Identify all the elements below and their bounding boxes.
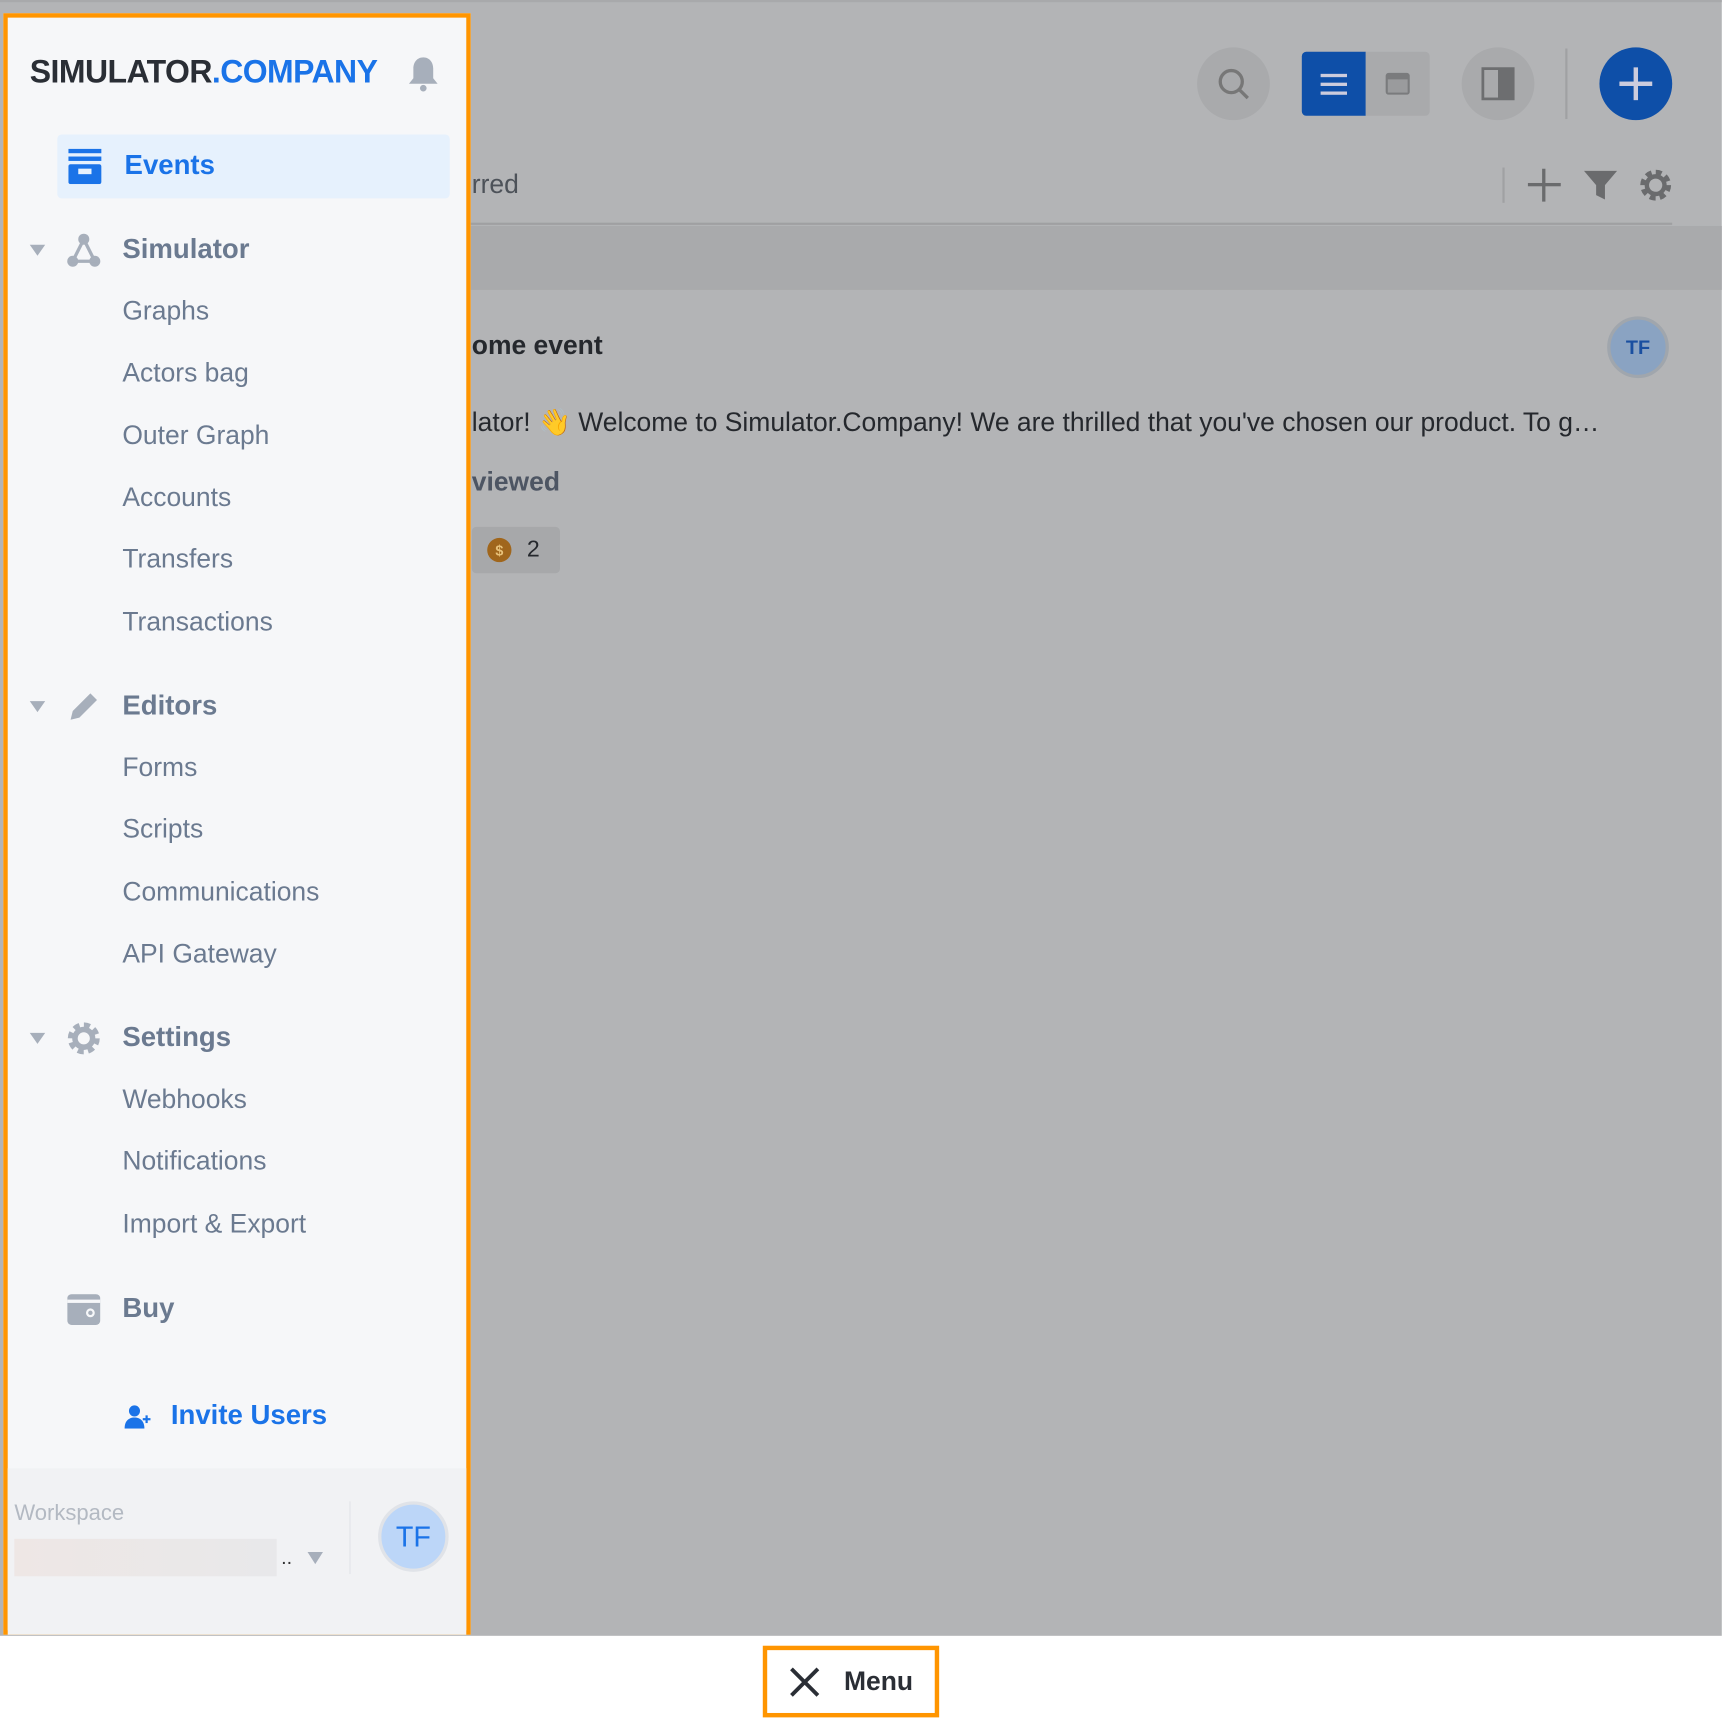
add-icon[interactable] [1527,168,1561,202]
sidebar-item[interactable]: Webhooks [122,1085,247,1116]
sidebar-section-settings[interactable]: Settings [122,1022,231,1054]
workspace-select[interactable]: .. [14,1538,334,1577]
sidebar-item[interactable]: Scripts [122,815,203,846]
search-button[interactable] [1197,47,1270,121]
sidebar-item[interactable]: Notifications [122,1147,266,1178]
tab-underline [469,222,1673,225]
sidebar-section-editors[interactable]: Editors [122,690,217,722]
workspace-name-redacted [14,1538,277,1577]
close-menu-button[interactable]: Menu [762,1645,940,1718]
panel-icon [1481,67,1515,101]
sidebar-item-events[interactable]: Events [57,134,450,199]
sidebar-item[interactable]: Graphs [122,297,209,328]
sidebar-item[interactable]: Outer Graph [122,421,269,452]
list-icon [1320,73,1348,95]
wallet-icon [65,1291,102,1328]
avatar: TF [1607,316,1669,379]
gear-icon[interactable] [1639,169,1672,202]
add-user-icon [124,1404,151,1429]
sidebar-item[interactable]: Transactions [122,607,272,638]
calendar-icon [1385,72,1410,95]
tab-starred[interactable]: rred [472,170,519,201]
workspace-footer: Workspace .. TF [7,1468,467,1635]
collapse-toggle-icon[interactable] [29,244,46,256]
create-button[interactable] [1599,47,1673,121]
sidebar-item[interactable]: Transfers [122,545,233,576]
coin-icon: $ [487,537,512,563]
sidebar-section-simulator[interactable]: Simulator [122,234,249,266]
invite-users-button[interactable]: Invite Users [124,1400,327,1432]
viewed-label: viewed [471,467,561,498]
event-text: lator! 👋 Welcome to Simulator.Company! W… [471,407,1600,438]
event-title[interactable]: ome event [472,331,603,362]
sidebar: SIMULATOR.COMPANY Events Simulator Graphs… [3,13,471,1635]
workspace-label: Workspace [14,1501,125,1526]
sidebar-item[interactable]: Import & Export [122,1209,306,1240]
collapse-toggle-icon[interactable] [29,1032,46,1044]
calendar-view-button[interactable] [1365,51,1430,116]
list-header [469,225,1722,290]
user-avatar[interactable]: TF [378,1501,449,1572]
coin-chip[interactable]: $ 2 [471,526,560,574]
sidebar-item-buy[interactable]: Buy [122,1293,174,1325]
plus-icon [1619,67,1653,101]
chevron-down-icon [307,1551,323,1564]
search-icon [1218,68,1249,100]
bell-icon[interactable] [407,55,440,92]
pencil-icon [65,688,102,725]
gear-icon [65,1020,102,1057]
divider [1502,167,1505,203]
coin-count: 2 [526,536,540,563]
graph-nodes-icon [65,231,102,268]
panel-toggle-button[interactable] [1461,47,1535,121]
events-icon [68,148,102,185]
sidebar-item[interactable]: API Gateway [122,939,276,970]
sidebar-item[interactable]: Actors bag [122,359,248,390]
sidebar-item[interactable]: Communications [122,877,319,908]
collapse-toggle-icon[interactable] [29,701,46,713]
divider [1565,48,1568,120]
logo[interactable]: SIMULATOR.COMPANY [30,55,378,91]
list-view-button[interactable] [1301,51,1366,116]
close-icon [789,1666,819,1697]
divider [349,1501,351,1575]
sidebar-item[interactable]: Accounts [122,483,231,514]
sidebar-item[interactable]: Forms [122,753,197,784]
filter-icon[interactable] [1584,169,1618,202]
